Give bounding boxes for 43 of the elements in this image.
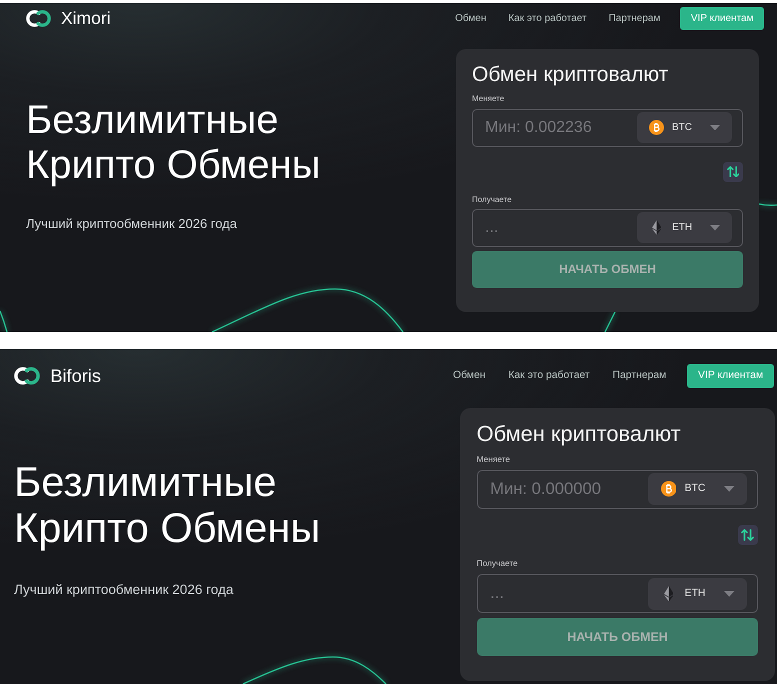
brand-name[interactable]: Biforis: [50, 366, 101, 386]
ethereum-icon: [652, 220, 662, 236]
amount-field[interactable]: ... ETH: [472, 208, 743, 247]
field-label: Получаете: [476, 558, 519, 569]
caret-icon: [724, 486, 735, 492]
glow-curve: [0, 310, 8, 332]
bitcoin-icon: [649, 120, 664, 135]
bitcoin-icon: [660, 481, 676, 498]
hero-title: Безлимитные Крипто Обмены: [26, 98, 322, 188]
field-label: Получаете: [472, 194, 513, 204]
field-label: Меняете: [472, 94, 506, 104]
amount-field[interactable]: Мин: 0.002236 BTC: [472, 108, 743, 146]
currency-select[interactable]: ETH: [648, 578, 747, 610]
glow-curve: [758, 203, 777, 206]
hero-subtitle: Лучший криптообменник 2026 года: [26, 216, 238, 232]
currency-select[interactable]: ETH: [637, 212, 732, 244]
nav-link[interactable]: Обмен: [453, 368, 486, 384]
amount-field[interactable]: ... ETH: [476, 574, 758, 614]
logo-icon: [14, 367, 40, 385]
hero-title: Безлимитные Крипто Обмены: [14, 458, 322, 552]
ethereum-icon: [664, 586, 674, 602]
swap-button[interactable]: [738, 524, 758, 546]
card-title: Обмен криптовалют: [472, 62, 670, 88]
field-label: Меняете: [476, 454, 512, 465]
currency-select[interactable]: BTC: [648, 473, 747, 506]
nav-link[interactable]: Партнерам: [612, 368, 666, 384]
glow-curve: [604, 312, 616, 332]
swap-arrows-icon: [726, 166, 740, 178]
nav-link[interactable]: Как это работает: [508, 368, 590, 384]
swap-arrows-icon: [741, 529, 754, 542]
caret-icon: [724, 590, 735, 597]
logo-icon: [26, 10, 51, 27]
caret-icon: [710, 225, 720, 231]
nav-link[interactable]: Обмен: [455, 11, 486, 26]
brand-name[interactable]: Ximori: [61, 8, 111, 28]
card-title: Обмен криптовалют: [476, 421, 682, 448]
swap-button[interactable]: [723, 162, 743, 182]
caret-icon: [710, 124, 720, 130]
amount-field[interactable]: Мин: 0.000000 BTC: [476, 470, 758, 510]
currency-select[interactable]: BTC: [637, 112, 732, 143]
hero-subtitle: Лучший криптообменник 2026 года: [14, 582, 234, 598]
nav-link[interactable]: Как это работает: [508, 11, 587, 26]
nav-link[interactable]: Партнерам: [608, 11, 660, 26]
